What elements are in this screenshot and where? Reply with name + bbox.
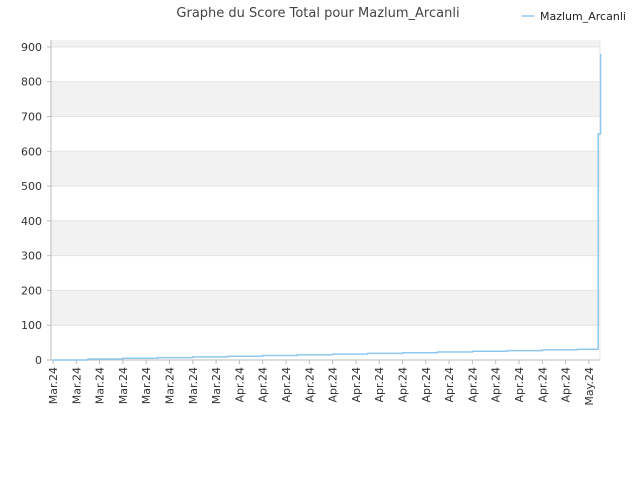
x-tick-label: Mar.24 [117, 367, 130, 404]
grid-band [51, 151, 600, 187]
x-tick-label: Apr.24 [466, 367, 479, 403]
x-tick-label: Mar.24 [94, 367, 107, 404]
y-tick-label: 200 [21, 284, 42, 297]
x-tick-label: Apr.24 [443, 367, 456, 403]
grid-band [51, 81, 600, 117]
chart-title: Graphe du Score Total pour Mazlum_Arcanl… [176, 6, 459, 21]
y-tick-label: 500 [21, 180, 42, 193]
x-tick-label: Mar.24 [210, 367, 223, 404]
x-tick-label: Apr.24 [397, 367, 410, 403]
grid-band [51, 290, 600, 326]
y-tick-label: 900 [21, 41, 42, 54]
x-tick-label: Apr.24 [280, 367, 293, 403]
grid-band [51, 220, 600, 256]
x-tick-label: Apr.24 [513, 367, 526, 403]
y-tick-label: 600 [21, 145, 42, 158]
x-tick-label: Apr.24 [490, 367, 503, 403]
y-tick-label: 800 [21, 76, 42, 89]
grid-band [51, 40, 600, 47]
legend-label: Mazlum_Arcanli [540, 10, 626, 23]
x-tick-label: Apr.24 [327, 367, 340, 403]
chart: Graphe du Score Total pour Mazlum_Arcanl… [21, 6, 626, 406]
y-tick-label: 300 [21, 250, 42, 263]
x-tick-label: Apr.24 [536, 367, 549, 403]
y-tick-label: 400 [21, 215, 42, 228]
x-tick-label: Mar.24 [140, 367, 153, 404]
x-tick-label: Apr.24 [257, 367, 270, 403]
x-tick-label: Apr.24 [233, 367, 246, 403]
x-tick-label: May.24 [583, 367, 596, 406]
x-tick-label: Mar.24 [47, 367, 60, 404]
y-tick-label: 100 [21, 319, 42, 332]
x-tick-label: Apr.24 [373, 367, 386, 403]
x-tick-label: Apr.24 [303, 367, 316, 403]
x-tick-label: Apr.24 [350, 367, 363, 403]
x-tick-label: Mar.24 [164, 367, 177, 404]
x-tick-label: Apr.24 [420, 367, 433, 403]
plot-area: 0 100 200 300 400 500 600 700 800 900 Mar.24 Mar.24… [21, 40, 602, 406]
x-tick-label: Mar.24 [70, 367, 83, 404]
x-tick-label: Mar.24 [187, 367, 200, 404]
y-tick-label: 700 [21, 111, 42, 124]
x-tick-label: Apr.24 [560, 367, 573, 403]
legend: Mazlum_Arcanli [522, 10, 626, 23]
y-tick-label: 0 [35, 354, 42, 367]
